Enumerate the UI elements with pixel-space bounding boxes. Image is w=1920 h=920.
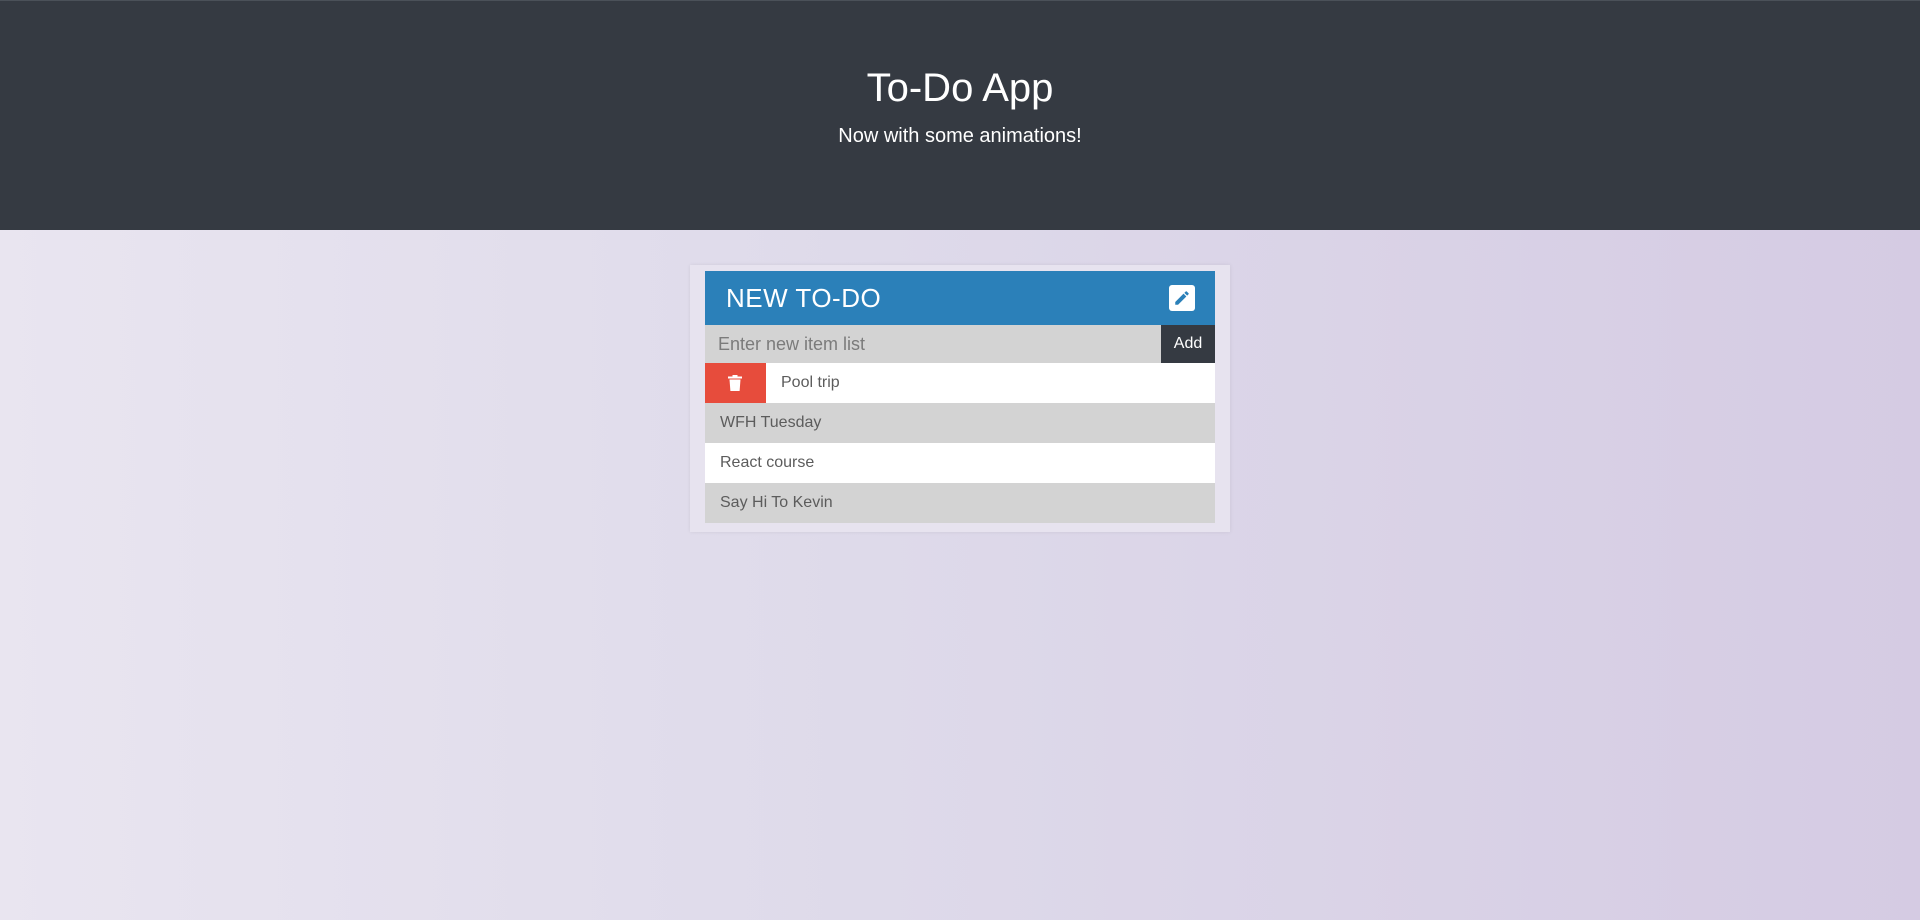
app-subtitle: Now with some animations!	[838, 125, 1082, 147]
list-item[interactable]: Say Hi To Kevin	[705, 483, 1215, 523]
list-item-label: WFH Tuesday	[720, 414, 822, 431]
todo-list: Pool trip WFH Tuesday React course Say H…	[705, 363, 1215, 523]
new-item-row: Add	[705, 325, 1215, 363]
trash-icon	[728, 375, 742, 391]
page-header: To-Do App Now with some animations!	[0, 0, 1920, 230]
list-item-label: React course	[720, 454, 815, 471]
toggle-input-button[interactable]	[1169, 285, 1195, 311]
list-item[interactable]: Pool trip	[705, 363, 1215, 403]
pencil-icon	[1175, 291, 1189, 305]
new-item-input[interactable]	[705, 325, 1161, 363]
delete-button[interactable]	[705, 363, 766, 403]
list-item-label: Pool trip	[781, 374, 840, 391]
card-header: NEW TO-DO	[705, 271, 1215, 325]
list-item[interactable]: WFH Tuesday	[705, 403, 1215, 443]
todo-card: NEW TO-DO Add Pool trip WFH Tuesday	[690, 265, 1230, 532]
add-button[interactable]: Add	[1161, 325, 1215, 363]
list-item[interactable]: React course	[705, 443, 1215, 483]
list-item-label: Say Hi To Kevin	[720, 494, 833, 511]
app-title: To-Do App	[866, 66, 1054, 110]
card-title: NEW TO-DO	[726, 283, 882, 313]
